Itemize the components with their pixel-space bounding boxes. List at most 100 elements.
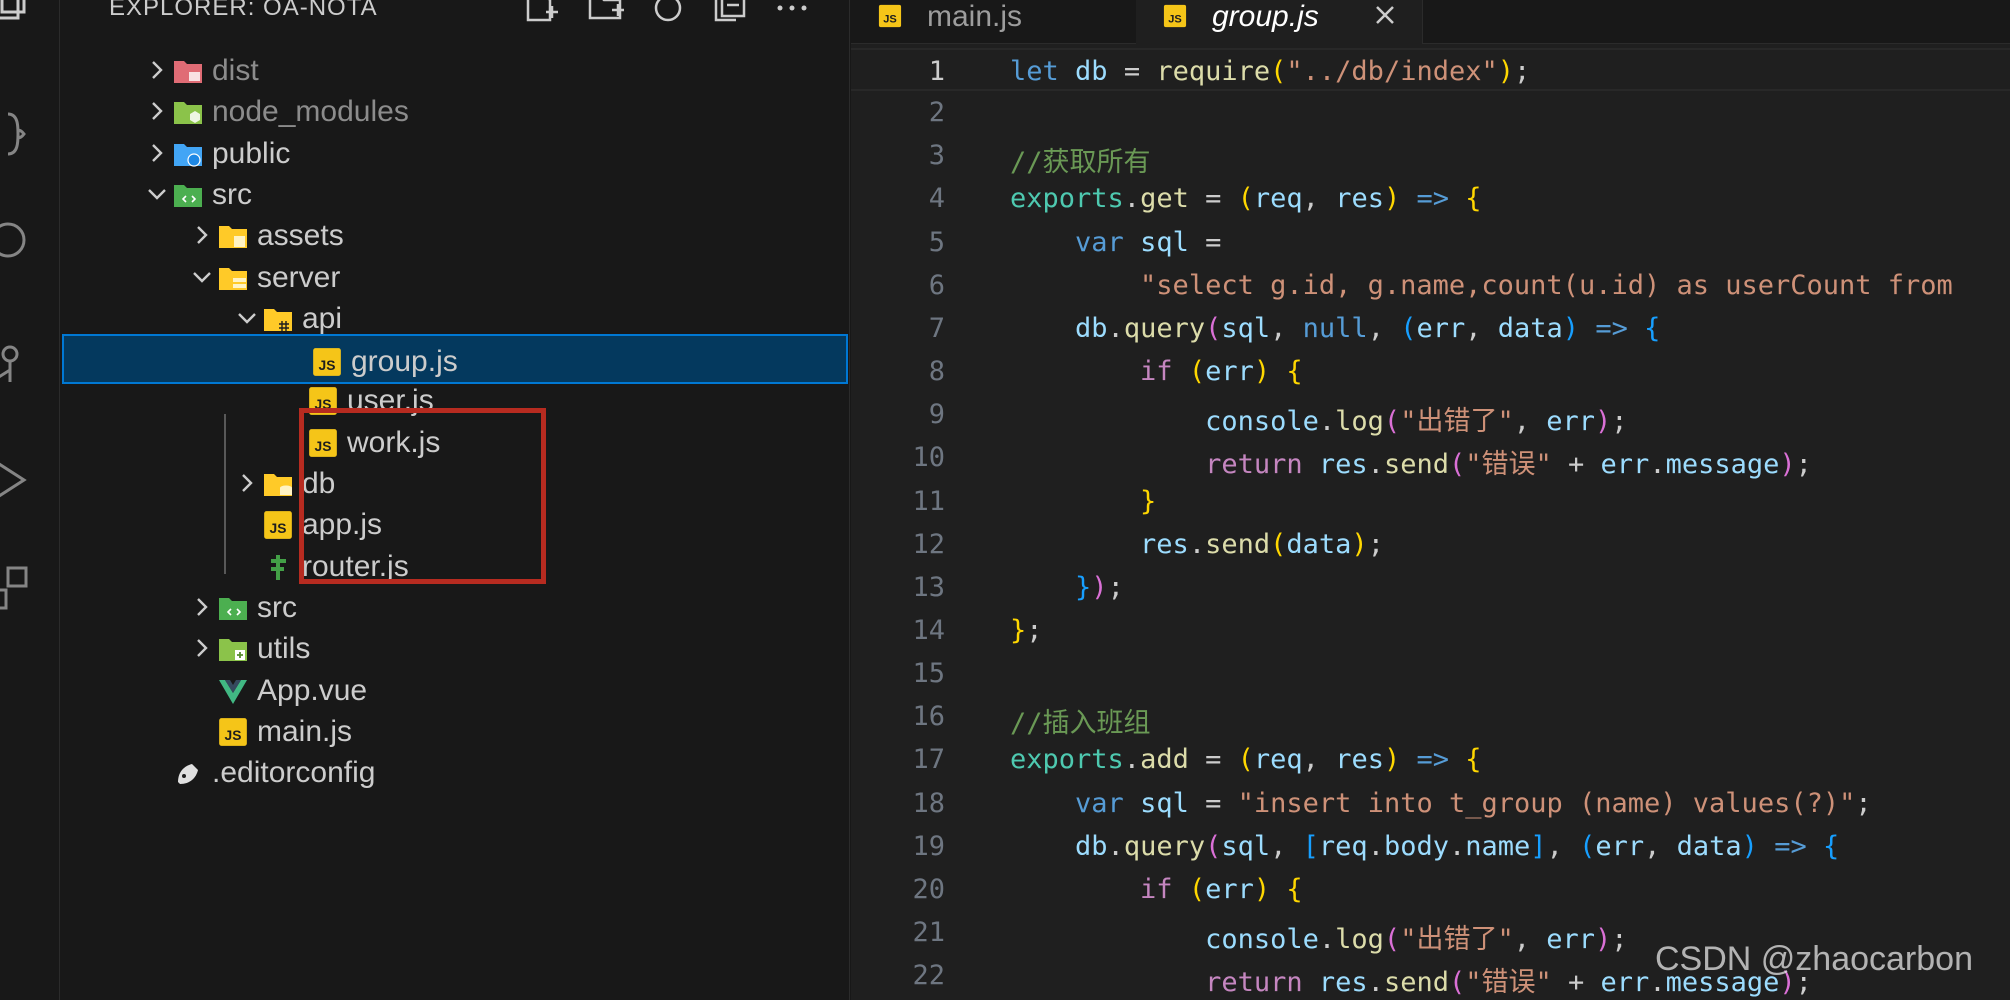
indent-guide [224, 414, 226, 574]
chevron-right-icon[interactable] [189, 635, 215, 661]
tab-group-js[interactable]: JS group.js [1136, 0, 1423, 44]
collapse-all-icon[interactable] [710, 0, 750, 26]
code-line[interactable]: 1 let db = require("../db/index"); [851, 48, 2010, 91]
chevron-right-icon[interactable] [234, 470, 260, 496]
chevron-down-icon[interactable] [144, 181, 170, 207]
code-text: exports.add = (req, res) => { [1010, 744, 1482, 776]
editorconfig-file-icon [172, 758, 204, 788]
utils-folder-icon [217, 634, 249, 664]
line-number: 19 [912, 830, 945, 862]
code-line[interactable]: 12 res.send(data); [851, 523, 2010, 566]
dist-folder-icon [172, 56, 204, 86]
code-line[interactable]: 2 [851, 91, 2010, 134]
chevron-right-icon[interactable] [189, 594, 215, 620]
tree-item-label: public [212, 136, 291, 170]
line-number: 2 [928, 97, 945, 129]
chevron-right-icon[interactable] [144, 98, 170, 124]
node-modules-folder-icon [172, 97, 204, 127]
code-line[interactable]: 17 exports.add = (req, res) => { [851, 738, 2010, 781]
chevron-right-icon[interactable] [189, 222, 215, 248]
code-line[interactable]: 18 var sql = "insert into t_group (name)… [851, 782, 2010, 825]
line-number: 20 [912, 873, 945, 905]
code-line[interactable]: 8 if (err) { [851, 350, 2010, 393]
vue-file-icon [217, 676, 249, 706]
line-number: 17 [912, 744, 945, 776]
tree-item-editorconfig[interactable]: .editorconfig [60, 747, 849, 799]
tab-label: main.js [927, 0, 1023, 33]
tree-item-label: server [257, 260, 341, 294]
chevron-down-icon[interactable] [189, 264, 215, 290]
new-file-icon[interactable] [520, 0, 560, 26]
refresh-icon[interactable] [648, 0, 688, 26]
src-folder-icon [172, 180, 204, 210]
tab-main-js[interactable]: JS main.js [851, 0, 1135, 44]
activity-bar [0, 0, 60, 1000]
line-number: 18 [912, 787, 945, 819]
code-text: }); [1075, 571, 1124, 603]
extensions-icon[interactable] [0, 106, 36, 162]
code-text: res.send(data); [1140, 528, 1384, 560]
code-text: let db = require("../db/index"); [1010, 56, 1531, 87]
tree-item-label: node_modules [212, 95, 409, 129]
code-line[interactable]: 11 } [851, 480, 2010, 523]
explorer-icon[interactable] [0, 0, 36, 36]
server-folder-icon [217, 263, 249, 293]
tree-item-label: utils [257, 632, 311, 666]
router-file-icon [262, 552, 294, 582]
code-line[interactable]: 15 [851, 652, 2010, 695]
svg-text:JS: JS [225, 727, 242, 743]
tree-item-label: src [257, 590, 297, 624]
code-line[interactable]: 3 //获取所有 [851, 134, 2010, 179]
close-icon[interactable] [1372, 2, 1398, 28]
code-line[interactable]: 19 db.query(sql, [req.body.name], (err, … [851, 825, 2010, 868]
source-control-icon[interactable] [0, 336, 36, 392]
run-debug-icon[interactable] [0, 452, 36, 508]
code-line[interactable]: 14}; [851, 609, 2010, 652]
chevron-right-icon[interactable] [144, 57, 170, 83]
code-text: //插入班组 [1010, 708, 1151, 740]
js-file-icon: JS [217, 717, 249, 747]
js-file-icon: JS [262, 510, 294, 540]
explorer-sidebar: EXPLORER: OA-NOTA dist node_modules public… [60, 0, 850, 1000]
code-line[interactable]: 10 return res.send("错误" + err.message); [851, 436, 2010, 481]
code-text: "select g.id, g.name,count(u.id) as user… [1140, 269, 1953, 301]
code-text: if (err) { [1140, 873, 1303, 905]
tree-item-label: .editorconfig [212, 756, 376, 790]
code-line[interactable]: 4 exports.get = (req, res) => { [851, 177, 2010, 220]
code-text: exports.get = (req, res) => { [1010, 183, 1482, 215]
code-line[interactable]: 5 var sql = [851, 221, 2010, 264]
svg-text:JS: JS [270, 520, 287, 536]
chevron-right-icon[interactable] [144, 140, 170, 166]
tree-item-label: group.js [351, 345, 458, 379]
code-text: } [1140, 485, 1157, 517]
line-number: 16 [912, 701, 945, 733]
code-line[interactable]: 20 if (err) { [851, 868, 2010, 911]
tab-bar: JS main.js JS group.js [851, 0, 2010, 44]
line-number: 6 [928, 269, 945, 301]
editor-area: JS main.js JS group.js 1 let db = require… [851, 0, 2010, 1000]
explorer-title: EXPLORER: OA-NOTA [109, 0, 378, 21]
remote-explorer-icon[interactable] [0, 562, 36, 618]
line-number: 21 [912, 917, 945, 948]
code-line[interactable]: 6 "select g.id, g.name,count(u.id) as us… [851, 264, 2010, 307]
assets-folder-icon [217, 221, 249, 251]
code-line[interactable]: 16 //插入班组 [851, 695, 2010, 740]
chevron-down-icon[interactable] [234, 305, 260, 331]
code-line[interactable]: 13 }); [851, 566, 2010, 609]
line-number: 15 [912, 658, 945, 690]
line-number: 22 [912, 960, 945, 992]
line-number: 13 [912, 571, 945, 603]
code-text: //获取所有 [1010, 147, 1151, 179]
search-icon[interactable] [0, 212, 36, 268]
new-folder-icon[interactable] [586, 0, 626, 26]
more-actions-icon[interactable] [772, 0, 812, 26]
code-text: return res.send("错误" + err.message); [1205, 449, 1812, 481]
code-line[interactable]: 9 console.log("出错了", err); [851, 393, 2010, 437]
code-text: console.log("出错了", err); [1205, 924, 1628, 955]
svg-text:JS: JS [883, 13, 897, 25]
code-text: var sql = [1075, 226, 1222, 258]
tab-label: group.js [1212, 0, 1319, 33]
explorer-header: EXPLORER: OA-NOTA [60, 0, 849, 34]
db-folder-icon [262, 469, 294, 499]
code-line[interactable]: 7 db.query(sql, null, (err, data) => { [851, 307, 2010, 350]
